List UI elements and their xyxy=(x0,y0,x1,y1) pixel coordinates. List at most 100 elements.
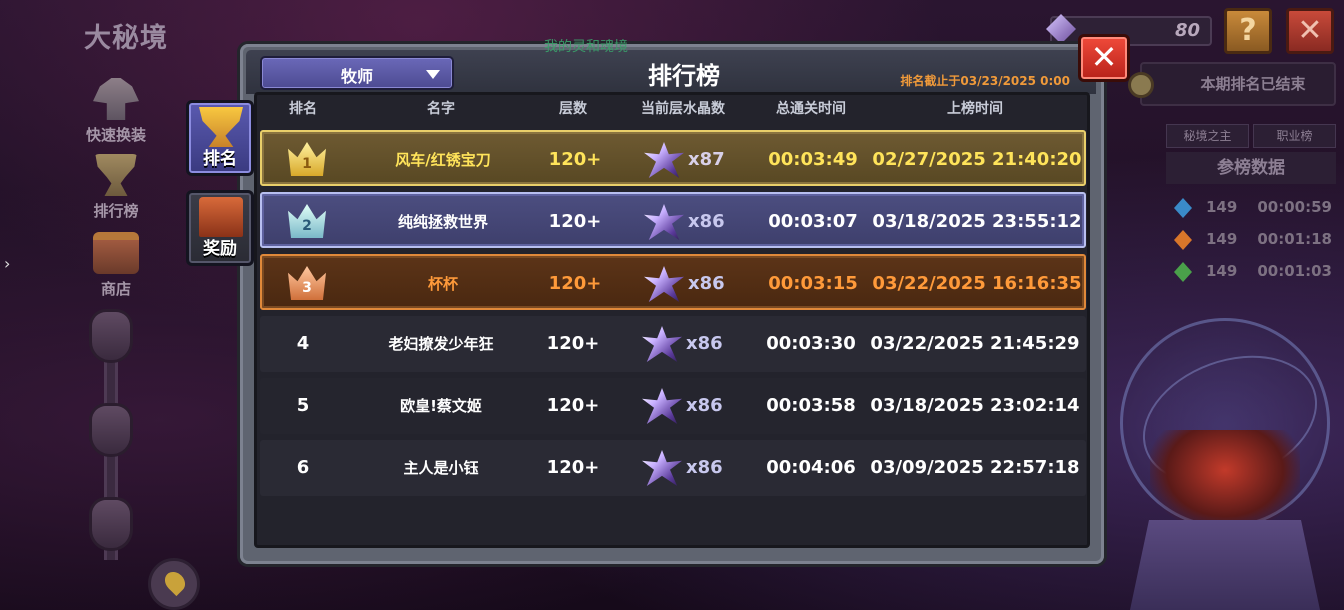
header-crystals: 当前层水晶数 xyxy=(641,101,725,117)
table-row[interactable]: 4 老妇撩发少年狂 120+ x86 00:03:30 03/22/2025 2… xyxy=(260,316,1086,372)
quick-outfit-button[interactable]: 快速换装 xyxy=(82,78,150,145)
floor-value: 120+ xyxy=(548,211,602,232)
listed-time: 03/18/2025 23:55:12 xyxy=(872,211,1082,232)
blue-gem-icon xyxy=(1174,198,1192,218)
player-name: 纯纯拯救世界 xyxy=(397,213,488,231)
total-time: 00:04:06 xyxy=(766,457,856,478)
floor-value: 120+ xyxy=(546,333,600,354)
tab-rewards[interactable]: 奖励 xyxy=(186,190,254,266)
total-time: 00:03:15 xyxy=(768,273,858,294)
table-row[interactable]: 6 主人是小钰 120+ x86 00:04:06 03/09/2025 22:… xyxy=(260,440,1086,496)
crystal-count: x86 xyxy=(688,211,725,232)
total-time: 00:03:58 xyxy=(766,395,856,416)
crystal-count: x86 xyxy=(686,395,723,416)
crystal-icon xyxy=(642,326,682,362)
stat-time: 00:01:03 xyxy=(1257,262,1332,280)
close-button[interactable]: ✕ xyxy=(1078,34,1130,82)
tab-realm-master[interactable]: 秘境之主 xyxy=(1166,124,1249,148)
stat-count: 149 xyxy=(1206,230,1238,248)
listed-time: 02/27/2025 21:40:20 xyxy=(872,149,1082,170)
listed-time: 03/18/2025 23:02:14 xyxy=(870,395,1080,416)
floor-value: 120+ xyxy=(546,457,600,478)
header-rank: 排名 xyxy=(289,101,317,117)
table-row[interactable]: 1 风车/红锈宝刀 120+ x87 00:03:49 02/27/2025 2… xyxy=(260,130,1086,186)
hud-tabs: 秘境之主 职业榜 xyxy=(1166,124,1336,148)
green-gem-icon xyxy=(1174,262,1192,282)
listed-time: 03/22/2025 21:45:29 xyxy=(870,333,1080,354)
stats-title: 参榜数据 xyxy=(1166,152,1336,184)
chevron-down-icon xyxy=(426,70,440,79)
boss-creature xyxy=(1150,430,1300,530)
path-node[interactable] xyxy=(92,406,130,454)
class-select-value: 牧师 xyxy=(340,67,373,86)
listed-time: 03/09/2025 22:57:18 xyxy=(870,457,1080,478)
shop-button[interactable]: 商店 xyxy=(82,232,150,299)
header-total-time: 总通关时间 xyxy=(776,101,846,117)
crystal-value: 80 xyxy=(1174,20,1200,41)
header-listed-time: 上榜时间 xyxy=(947,101,1003,117)
path-node[interactable] xyxy=(92,500,130,548)
crystal-count: x86 xyxy=(686,333,723,354)
floor-value: 120+ xyxy=(546,395,600,416)
silver-crown-icon: 2 xyxy=(288,204,326,238)
header-name: 名字 xyxy=(427,101,455,117)
table-row[interactable]: 5 欧皇!蔡文姬 120+ x86 00:03:58 03/18/2025 23… xyxy=(260,378,1086,434)
total-time: 00:03:07 xyxy=(768,211,858,232)
shop-label: 商店 xyxy=(100,280,131,298)
exit-button[interactable]: ✕ xyxy=(1286,8,1334,54)
pedestal xyxy=(1130,520,1320,610)
leaderboard-side-label: 排行榜 xyxy=(93,202,139,220)
gold-crown-icon: 1 xyxy=(288,142,326,176)
tab-ranking[interactable]: 排名 xyxy=(186,100,254,176)
location-pin-icon[interactable] xyxy=(148,558,200,610)
table-row[interactable]: 2 纯纯拯救世界 120+ x86 00:03:07 03/18/2025 23… xyxy=(260,192,1086,248)
trophy-icon xyxy=(95,154,137,196)
watermark: 我的灵和魂境 xyxy=(544,39,628,55)
path-node[interactable] xyxy=(92,312,130,360)
quick-outfit-label: 快速换装 xyxy=(85,126,146,144)
crystal-icon xyxy=(644,266,684,302)
orange-gem-icon xyxy=(1174,230,1192,250)
area-title: 大秘境 xyxy=(84,23,168,54)
crystal-count: x86 xyxy=(688,273,725,294)
floor-value: 120+ xyxy=(548,273,602,294)
stat-count: 149 xyxy=(1206,262,1238,280)
crystal-icon xyxy=(642,450,682,486)
rank-number: 5 xyxy=(296,395,310,416)
crystal-icon xyxy=(644,142,684,178)
ranking-deadline: 排名截止于03/23/2025 0:00 xyxy=(900,74,1070,88)
crystal-icon xyxy=(644,204,684,240)
rank-number: 3 xyxy=(302,280,312,296)
rank-number: 4 xyxy=(296,333,310,354)
stat-time: 00:01:18 xyxy=(1257,230,1332,248)
tab-class-board[interactable]: 职业榜 xyxy=(1253,124,1336,148)
shop-icon xyxy=(93,232,139,274)
tab-rewards-label: 奖励 xyxy=(203,239,237,259)
crystal-icon xyxy=(642,388,682,424)
rank-number: 2 xyxy=(302,218,312,234)
class-select-dropdown[interactable]: 牧师 xyxy=(260,56,454,90)
listed-time: 03/22/2025 16:16:35 xyxy=(872,273,1082,294)
table-row[interactable]: 3 杯杯 120+ x86 00:03:15 03/22/2025 16:16:… xyxy=(260,254,1086,310)
crystal-count: x86 xyxy=(686,457,723,478)
table-header: 排名 名字 层数 当前层水晶数 总通关时间 上榜时间 xyxy=(260,98,1086,120)
total-time: 00:03:49 xyxy=(768,149,858,170)
leaderboard-side-button[interactable]: 排行榜 xyxy=(82,154,150,221)
panel-title: 排行榜 xyxy=(648,62,720,90)
expand-arrow-icon[interactable]: › xyxy=(4,254,10,273)
chest-icon xyxy=(199,197,243,237)
stat-row: 149 00:01:03 xyxy=(1170,258,1336,286)
help-button[interactable]: ? xyxy=(1224,8,1272,54)
bronze-crown-icon: 3 xyxy=(288,266,326,300)
player-name: 风车/红锈宝刀 xyxy=(395,151,491,169)
stat-count: 149 xyxy=(1206,198,1238,216)
player-name: 主人是小钰 xyxy=(403,459,479,477)
player-name: 老妇撩发少年狂 xyxy=(388,335,494,353)
header-floor: 层数 xyxy=(559,101,587,117)
clock-icon xyxy=(1128,72,1154,98)
total-time: 00:03:30 xyxy=(766,333,856,354)
floor-value: 120+ xyxy=(548,149,602,170)
period-status: 本期排名已结束 xyxy=(1140,62,1336,106)
player-name: 杯杯 xyxy=(427,275,458,293)
stat-time: 00:00:59 xyxy=(1257,198,1332,216)
